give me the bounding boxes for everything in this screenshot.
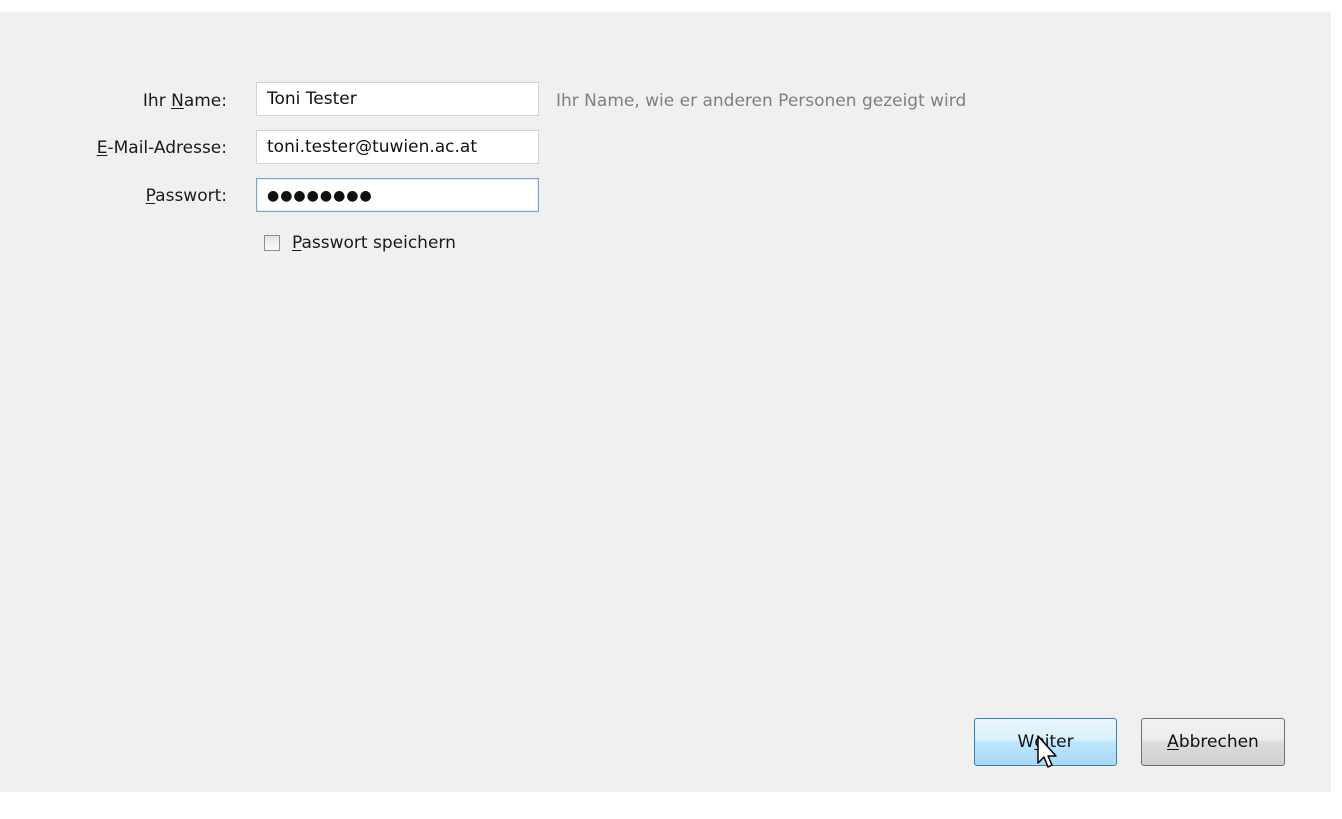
name-input[interactable]: Toni Tester	[256, 82, 539, 116]
password-label: Passwort:	[146, 186, 227, 206]
remember-password-label-suffix: asswort speichern	[301, 233, 456, 253]
cancel-button-label-suffix: bbrechen	[1178, 732, 1259, 752]
email-label-suffix: -Mail-Adresse:	[107, 138, 227, 158]
cancel-button[interactable]: Abbrechen	[1141, 718, 1285, 766]
email-label: E-Mail-Adresse:	[97, 138, 227, 158]
password-label-suffix: asswort:	[155, 186, 227, 206]
next-button-label-prefix: W	[1017, 732, 1035, 752]
email-input-value: toni.tester@tuwien.ac.at	[267, 137, 478, 157]
email-label-accesskey: E	[96, 138, 108, 158]
checkbox-box[interactable]	[264, 235, 280, 251]
remember-password-label-accesskey: P	[292, 233, 302, 253]
name-label-suffix: ame:	[183, 91, 227, 111]
account-setup-dialog: Ihr Name: Toni Tester Ihr Name, wie er a…	[0, 12, 1331, 792]
password-label-accesskey: P	[145, 186, 156, 206]
password-input-value: ●●●●●●●●	[267, 188, 373, 204]
name-label: Ihr Name:	[143, 91, 227, 111]
password-input[interactable]: ●●●●●●●●	[256, 178, 539, 212]
name-hint: Ihr Name, wie er anderen Personen gezeig…	[556, 91, 967, 111]
email-input[interactable]: toni.tester@tuwien.ac.at	[256, 130, 539, 164]
mouse-pointer-icon	[1037, 735, 1057, 768]
remember-password-checkbox[interactable]: Passwort speichern	[264, 230, 456, 256]
remember-password-label[interactable]: Passwort speichern	[292, 233, 456, 253]
cancel-button-label-accesskey: A	[1167, 732, 1179, 752]
name-label-prefix: Ihr	[142, 91, 172, 111]
name-label-accesskey: N	[171, 91, 184, 111]
name-input-value: Toni Tester	[267, 89, 357, 109]
